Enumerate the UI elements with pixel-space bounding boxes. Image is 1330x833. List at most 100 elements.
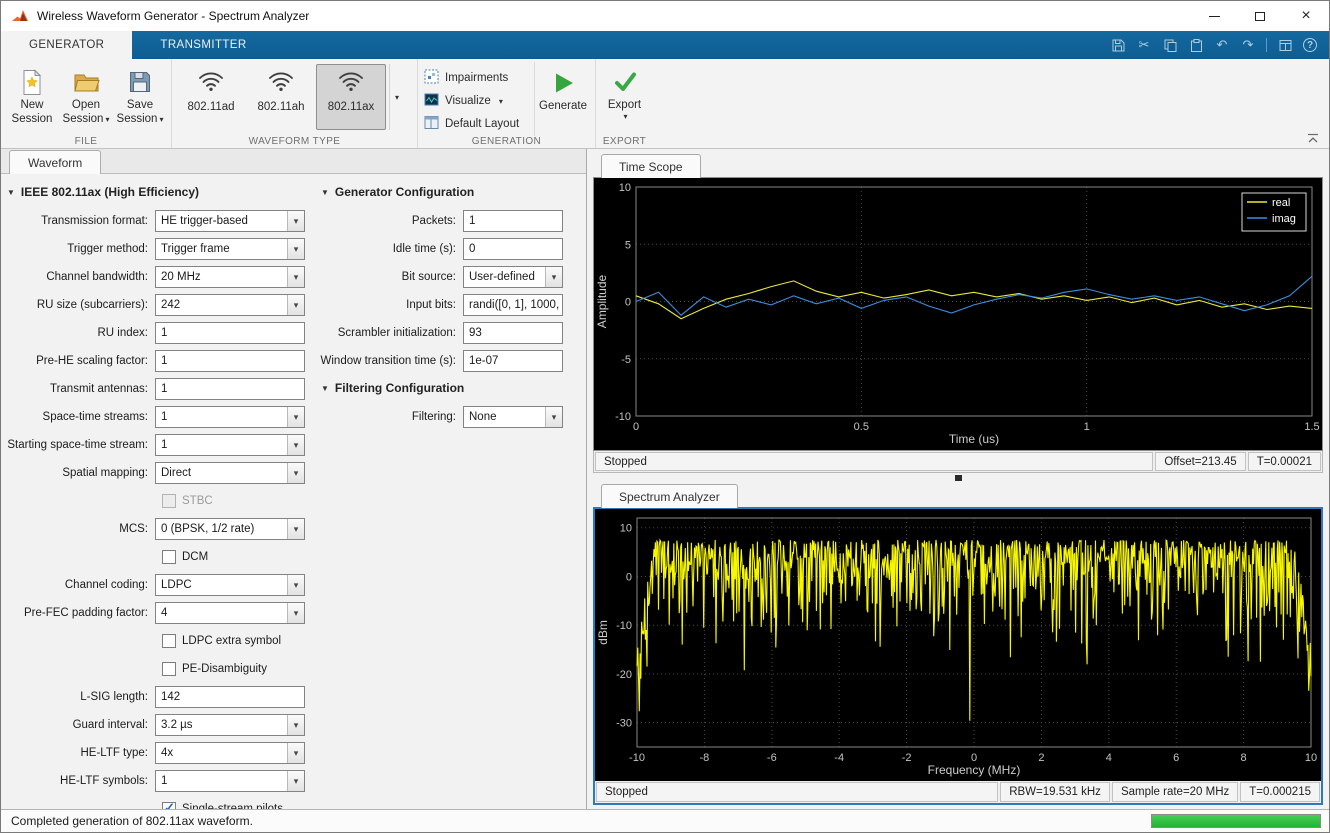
pre-fec-padding-factor-select[interactable]: 4	[155, 602, 305, 624]
paste-icon[interactable]	[1188, 37, 1204, 53]
time-scope-time: T=0.00021	[1247, 452, 1321, 471]
ldpc-extra-symbol-label: LDPC extra symbol	[182, 635, 282, 647]
open-session-button[interactable]: Open Session ▾	[59, 62, 113, 134]
channel-bandwidth-label: Channel bandwidth:	[46, 271, 148, 283]
dropdown-arrow-icon: ▾	[623, 112, 628, 121]
he-ltf-type-select[interactable]: 4x	[155, 742, 305, 764]
tab-generator[interactable]: GENERATOR	[1, 31, 133, 59]
spectrum-state: Stopped	[596, 782, 999, 802]
spectrum-frame: -10 -8 -6 -4 -2 0 2 4 6 8 10 -30 -20 -10 0 10 Frequency …	[593, 507, 1323, 805]
channel-coding-select[interactable]: LDPC	[155, 574, 305, 596]
save-icon[interactable]	[1110, 37, 1126, 53]
visualize-button[interactable]: Visualize ▾	[424, 91, 530, 111]
help-icon[interactable]: ?	[1303, 38, 1317, 52]
mcs-select[interactable]: 0 (BPSK, 1/2 rate)	[155, 518, 305, 540]
filtering-select[interactable]: None	[463, 406, 563, 428]
space-time-streams-label: Space-time streams:	[42, 411, 148, 423]
tab-time-scope[interactable]: Time Scope	[601, 154, 701, 178]
new-session-button[interactable]: New Session	[5, 62, 59, 134]
svg-text:imag: imag	[1272, 213, 1296, 225]
svg-text:Amplitude: Amplitude	[595, 275, 609, 329]
collapse-ribbon-button[interactable]	[1306, 133, 1320, 144]
field-transmission-format: Transmission format: HE trigger-based	[5, 210, 317, 232]
spectrum-time: T=0.000215	[1240, 782, 1320, 802]
transmission-format-select[interactable]: HE trigger-based	[155, 210, 305, 232]
pe-disambiguity-checkbox[interactable]	[162, 662, 176, 676]
maximize-button[interactable]	[1237, 1, 1283, 31]
transmit-antennas-input[interactable]: 1	[155, 378, 305, 400]
svg-text:-5: -5	[621, 354, 631, 366]
guard-interval-select[interactable]: 3.2 µs	[155, 714, 305, 736]
field-transmit-antennas: Transmit antennas: 1	[5, 378, 317, 400]
bit-source-select[interactable]: User-defined	[463, 266, 563, 288]
single-stream-pilots-checkbox[interactable]	[162, 800, 176, 809]
close-icon: ×	[1301, 7, 1311, 24]
dcm-checkbox[interactable]	[162, 550, 176, 564]
copy-icon[interactable]	[1162, 37, 1178, 53]
tab-waveform[interactable]: Waveform	[9, 150, 102, 174]
ru-size-subcarriers-label: RU size (subcarriers):	[36, 299, 148, 311]
window-transition-time-s-input[interactable]: 1e-07	[463, 350, 563, 372]
field-stbc: STBC	[5, 490, 317, 512]
field-guard-interval: Guard interval: 3.2 µs	[5, 714, 317, 736]
field-he-ltf-symbols: HE-LTF symbols: 1	[5, 770, 317, 792]
starting-space-time-stream-select[interactable]: 1	[155, 434, 305, 456]
cut-icon[interactable]: ✂	[1136, 37, 1152, 53]
spectrum-rbw: RBW=19.531 kHz	[1000, 782, 1110, 802]
field-spatial-mapping: Spatial mapping: Direct	[5, 462, 317, 484]
spectrum-analyzer-block: Spectrum Analyzer -10 -8 -6 -4 -2 0 2 4 6 8 10 -30-…	[593, 483, 1323, 805]
svg-text:-10: -10	[615, 411, 631, 423]
export-button[interactable]: Export ▾	[600, 62, 649, 134]
waveform-80211ad-button[interactable]: 802.11ad	[176, 64, 246, 130]
waveform-80211ah-button[interactable]: 802.11ah	[246, 64, 316, 130]
close-button[interactable]: ×	[1283, 1, 1329, 31]
waveform-80211ax-button[interactable]: 802.11ax	[316, 64, 386, 130]
minimize-button[interactable]	[1191, 1, 1237, 31]
app-window: Wireless Waveform Generator - Spectrum A…	[0, 0, 1330, 833]
ru-index-input[interactable]: 1	[155, 322, 305, 344]
pe-disambiguity-label: PE-Disambiguity	[182, 663, 267, 675]
spatial-mapping-select[interactable]: Direct	[155, 462, 305, 484]
undo-icon[interactable]: ↶	[1214, 37, 1230, 53]
impairments-button[interactable]: Impairments	[424, 68, 530, 88]
svg-text:-20: -20	[616, 669, 632, 681]
redo-icon[interactable]: ↷	[1240, 37, 1256, 53]
trigger-method-select[interactable]: Trigger frame	[155, 238, 305, 260]
tab-transmitter[interactable]: TRANSMITTER	[132, 31, 274, 59]
save-session-button[interactable]: Save Session ▾	[113, 62, 167, 134]
field-bit-source: Bit source: User-defined	[319, 266, 575, 288]
quick-access-toolbar: ✂ ↶ ↷ ?	[1110, 31, 1317, 59]
layout-icon[interactable]	[1277, 37, 1293, 53]
pre-he-scaling-factor-input[interactable]: 1	[155, 350, 305, 372]
waveform-type-dropdown-button[interactable]: ▾	[389, 64, 404, 130]
he-ltf-symbols-select[interactable]: 1	[155, 770, 305, 792]
field-ldpc-extra-symbol: LDPC extra symbol	[5, 630, 317, 652]
tab-spectrum-analyzer[interactable]: Spectrum Analyzer	[601, 484, 738, 508]
l-sig-length-input[interactable]: 142	[155, 686, 305, 708]
ru-size-subcarriers-select[interactable]: 242	[155, 294, 305, 316]
he-ltf-symbols-label: HE-LTF symbols:	[60, 775, 148, 787]
matlab-logo-icon	[11, 7, 29, 25]
field-ru-size-subcarriers: RU size (subcarriers): 242	[5, 294, 317, 316]
field-mcs: MCS: 0 (BPSK, 1/2 rate)	[5, 518, 317, 540]
input-bits-input[interactable]: randi([0, 1], 1000, 1	[463, 294, 563, 316]
generate-button[interactable]: Generate	[535, 63, 591, 135]
scrambler-initialization-input[interactable]: 93	[463, 322, 563, 344]
field-ru-index: RU index: 1	[5, 322, 317, 344]
generator-config-header[interactable]: Generator Configuration	[321, 182, 575, 202]
idle-time-s-input[interactable]: 0	[463, 238, 563, 260]
default-layout-icon	[424, 115, 439, 133]
ieee-section-header[interactable]: IEEE 802.11ax (High Efficiency)	[7, 182, 317, 202]
field-pre-fec-padding-factor: Pre-FEC padding factor: 4	[5, 602, 317, 624]
default-layout-button[interactable]: Default Layout	[424, 114, 530, 134]
spectrum-analyzer-plot: -10 -8 -6 -4 -2 0 2 4 6 8 10 -30 -20 -10 0 10 Frequency …	[595, 509, 1321, 781]
scope-splitter[interactable]	[593, 473, 1323, 483]
guard-interval-label: Guard interval:	[72, 719, 148, 731]
space-time-streams-select[interactable]: 1	[155, 406, 305, 428]
filtering-config-header[interactable]: Filtering Configuration	[321, 378, 575, 398]
channel-bandwidth-select[interactable]: 20 MHz	[155, 266, 305, 288]
packets-input[interactable]: 1	[463, 210, 563, 232]
impairments-icon	[424, 69, 439, 87]
single-stream-pilots-label: Single-stream pilots	[182, 803, 283, 809]
ldpc-extra-symbol-checkbox[interactable]	[162, 634, 176, 648]
